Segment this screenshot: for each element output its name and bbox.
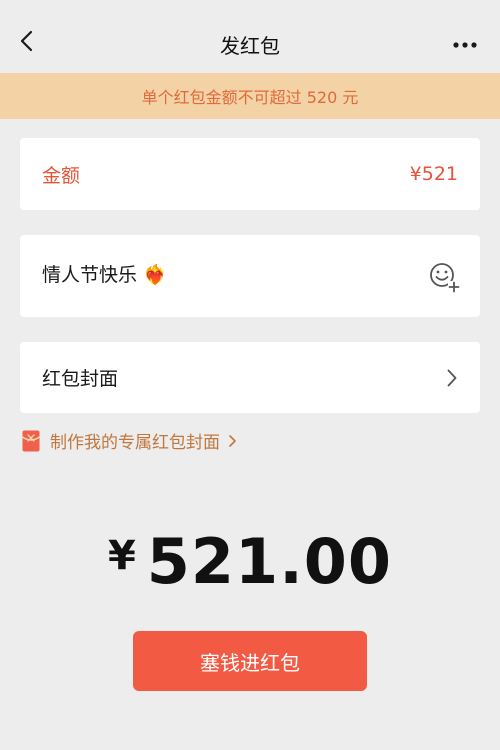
- emoji-add-icon: [430, 263, 460, 293]
- navigation-bar: 发红包: [0, 0, 500, 72]
- total-amount-value: 521.00: [146, 525, 393, 598]
- more-button[interactable]: [450, 30, 480, 60]
- custom-cover-link-text: 制作我的专属红包封面: [50, 433, 220, 453]
- limit-notice-banner: 单个红包金额不可超过 520 元: [0, 73, 500, 119]
- emoji-button[interactable]: [428, 261, 460, 293]
- amount-field[interactable]: 金额 ¥521: [20, 138, 480, 210]
- greeting-message-input[interactable]: 情人节快乐 ❤️‍🔥: [42, 260, 167, 287]
- envelope-cover-selector[interactable]: 红包封面: [20, 342, 480, 413]
- put-money-button[interactable]: 塞钱进红包: [133, 631, 367, 691]
- chevron-right-icon: [447, 369, 457, 386]
- chevron-right-icon: [229, 434, 236, 447]
- custom-cover-link[interactable]: 制作我的专属红包封面: [22, 428, 237, 453]
- more-dots-icon: [453, 42, 477, 48]
- cover-label: 红包封面: [42, 368, 119, 390]
- currency-symbol: ¥: [107, 533, 137, 579]
- limit-notice-text: 单个红包金额不可超过 520 元: [141, 88, 359, 107]
- total-amount-display: ¥521.00: [0, 525, 500, 598]
- message-card: 情人节快乐 ❤️‍🔥: [20, 235, 480, 317]
- amount-label: 金额: [42, 164, 81, 187]
- page-title: 发红包: [220, 34, 280, 58]
- amount-value: ¥521: [409, 163, 458, 185]
- red-envelope-icon: [22, 430, 40, 451]
